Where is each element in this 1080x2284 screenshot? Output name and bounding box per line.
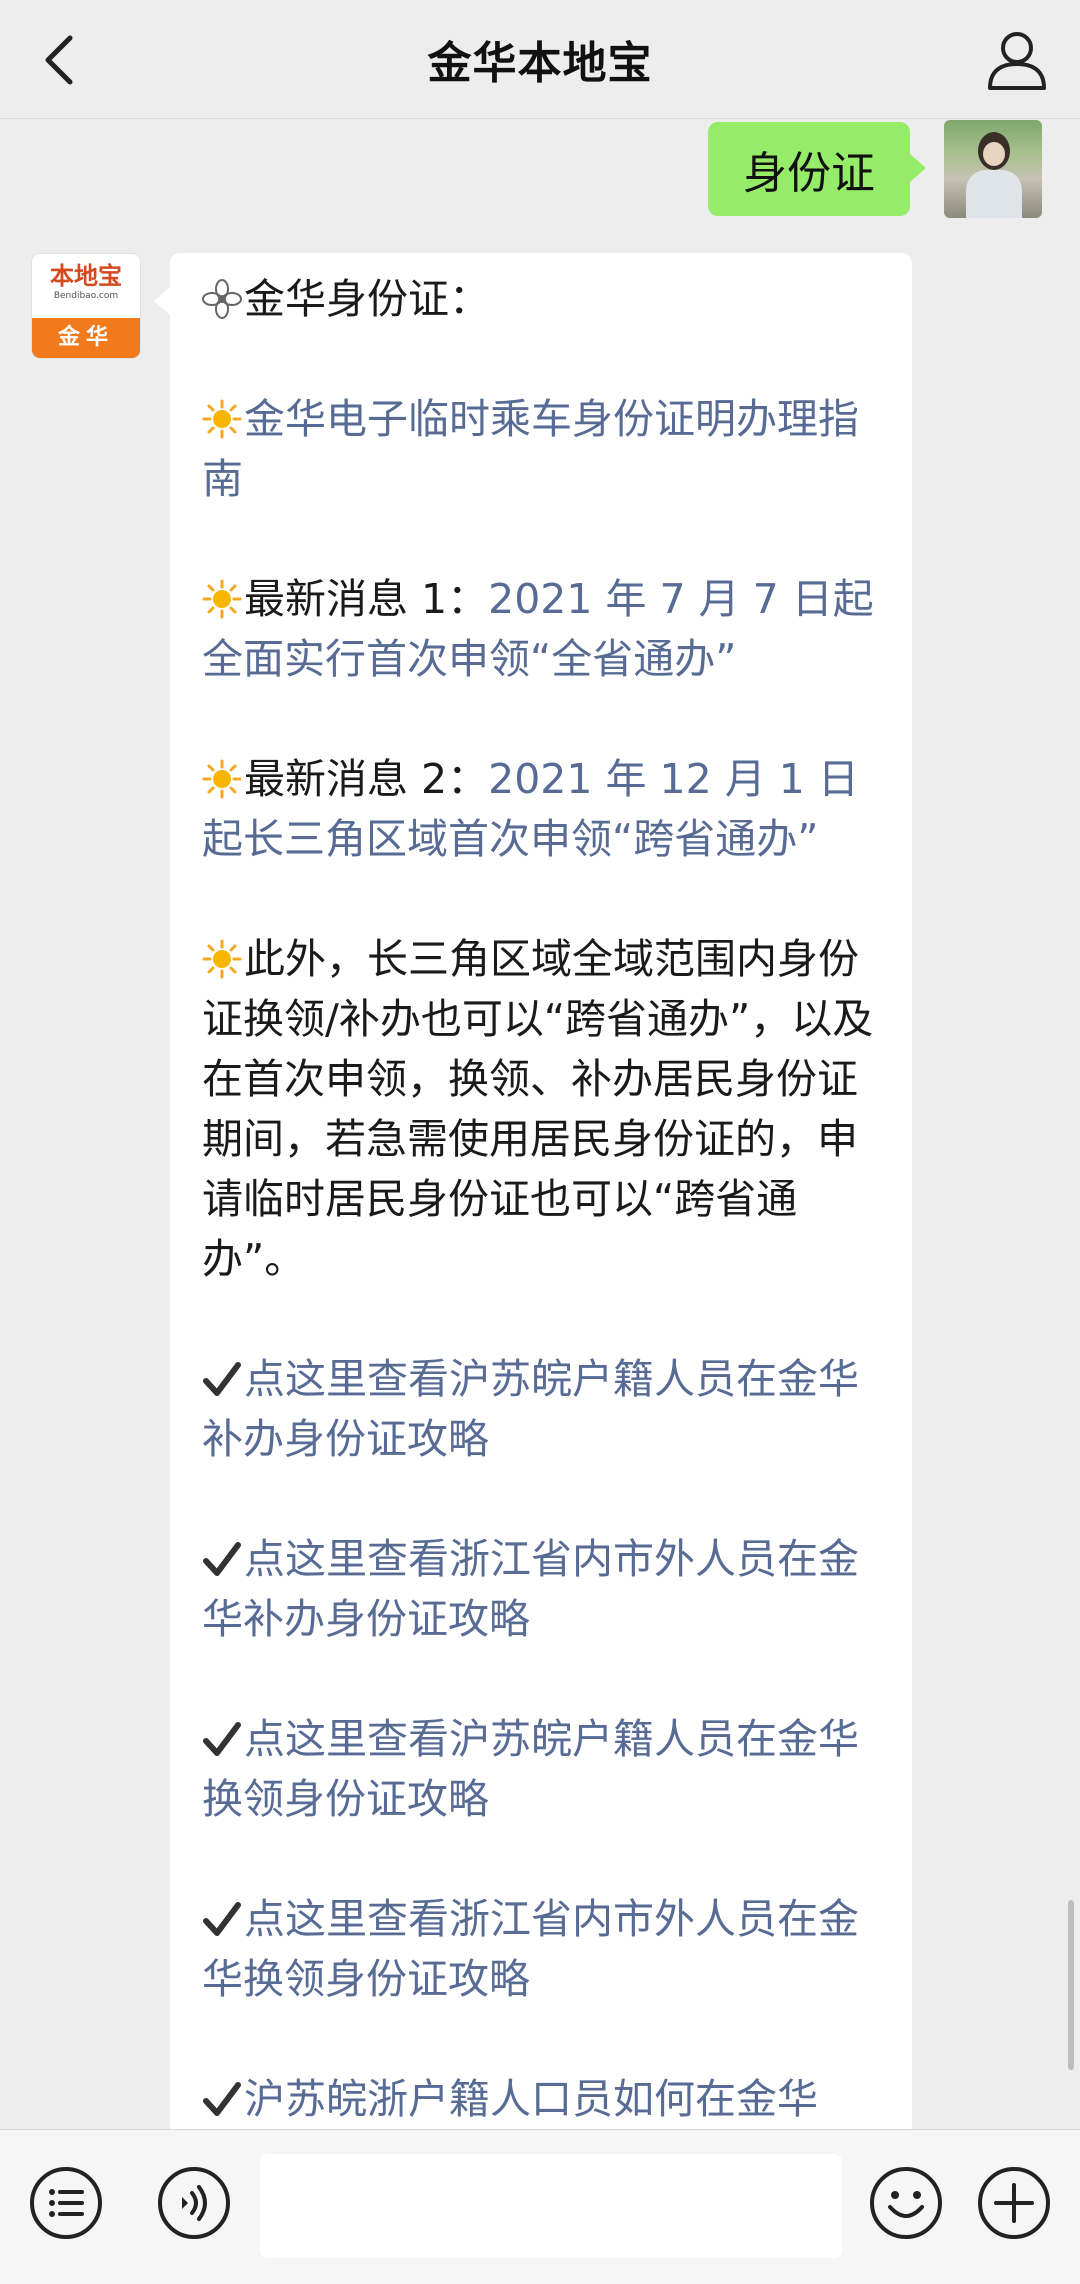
message-heading: 金华身份证： bbox=[202, 269, 892, 329]
guide-link-item[interactable]: 点这里查看沪苏皖户籍人员在金华补办身份证攻略 bbox=[202, 1349, 892, 1469]
info-item-plain: 最新消息 2： bbox=[244, 755, 489, 803]
voice-icon[interactable] bbox=[156, 2165, 232, 2241]
info-item-plain: 最新消息 1： bbox=[244, 575, 489, 623]
bot-avatar-city: 金华 bbox=[32, 318, 140, 358]
back-arrow-icon[interactable] bbox=[30, 30, 90, 90]
user-message-text: 身份证 bbox=[743, 148, 875, 199]
user-profile-icon[interactable] bbox=[984, 26, 1050, 92]
sun-icon bbox=[202, 759, 242, 799]
heading-text: 金华身份证： bbox=[244, 275, 490, 323]
guide-link[interactable]: 点这里查看沪苏皖户籍人员在金华补办身份证攻略 bbox=[202, 1355, 859, 1463]
bot-avatar-domain: Bendibao.com bbox=[53, 291, 119, 301]
checkmark-icon bbox=[203, 1902, 241, 1936]
plus-icon[interactable] bbox=[976, 2165, 1052, 2241]
info-item-link[interactable]: 金华电子临时乘车身份证明办理指南 bbox=[202, 395, 859, 503]
info-item[interactable]: 金华电子临时乘车身份证明办理指南 bbox=[202, 389, 892, 509]
chat-area[interactable]: 身份证 本地宝 Bendibao.com 金华 金华身份证： 金华电子临时乘车身… bbox=[0, 118, 1080, 2129]
bot-avatar-brand: 本地宝 bbox=[50, 262, 122, 290]
guide-link-item[interactable]: 点这里查看浙江省内市外人员在金华补办身份证攻略 bbox=[202, 1529, 892, 1649]
guide-link[interactable]: 沪苏皖浙户籍人口员如何在金华 bbox=[244, 2075, 818, 2123]
chat-title: 金华本地宝 bbox=[427, 38, 653, 89]
info-item-plain: 此外，长三角区域全域范围内身份证换领/补办也可以“跨省通办”，以及在首次申领，换… bbox=[202, 935, 874, 1283]
user-message-bubble[interactable]: 身份证 bbox=[708, 122, 926, 216]
bot-avatar[interactable]: 本地宝 Bendibao.com 金华 bbox=[32, 254, 140, 358]
info-item: 此外，长三角区域全域范围内身份证换领/补办也可以“跨省通办”，以及在首次申领，换… bbox=[202, 929, 892, 1289]
emoji-icon[interactable] bbox=[868, 2165, 944, 2241]
input-toolbar bbox=[0, 2129, 1080, 2284]
sun-icon bbox=[202, 579, 242, 619]
guide-link-item[interactable]: 沪苏皖浙户籍人口员如何在金华 bbox=[202, 2069, 892, 2129]
bot-message-content: 金华身份证： 金华电子临时乘车身份证明办理指南 最新消息 1：2021 年 7 … bbox=[202, 269, 892, 2129]
message-input[interactable] bbox=[260, 2154, 842, 2258]
bot-message-bubble: 金华身份证： 金华电子临时乘车身份证明办理指南 最新消息 1：2021 年 7 … bbox=[154, 253, 912, 2129]
guide-link[interactable]: 点这里查看浙江省内市外人员在金华补办身份证攻略 bbox=[202, 1535, 859, 1643]
flower-icon bbox=[202, 279, 242, 319]
menu-list-icon[interactable] bbox=[28, 2165, 104, 2241]
info-item[interactable]: 最新消息 2：2021 年 12 月 1 日起长三角区域首次申领“跨省通办” bbox=[202, 749, 892, 869]
sun-icon bbox=[202, 939, 242, 979]
guide-link-item[interactable]: 点这里查看浙江省内市外人员在金华换领身份证攻略 bbox=[202, 1889, 892, 2009]
guide-link[interactable]: 点这里查看沪苏皖户籍人员在金华换领身份证攻略 bbox=[202, 1715, 859, 1823]
sun-icon bbox=[202, 399, 242, 439]
user-avatar[interactable] bbox=[944, 120, 1042, 218]
checkmark-icon bbox=[203, 1722, 241, 1756]
info-item[interactable]: 最新消息 1：2021 年 7 月 7 日起全面实行首次申领“全省通办” bbox=[202, 569, 892, 689]
chat-scrollbar[interactable] bbox=[1068, 1900, 1074, 2070]
checkmark-icon bbox=[203, 1362, 241, 1396]
guide-link[interactable]: 点这里查看浙江省内市外人员在金华换领身份证攻略 bbox=[202, 1895, 859, 2003]
checkmark-icon bbox=[203, 1542, 241, 1576]
guide-link-item[interactable]: 点这里查看沪苏皖户籍人员在金华换领身份证攻略 bbox=[202, 1709, 892, 1829]
top-bar: 金华本地宝 bbox=[0, 0, 1080, 119]
checkmark-icon bbox=[203, 2082, 241, 2116]
